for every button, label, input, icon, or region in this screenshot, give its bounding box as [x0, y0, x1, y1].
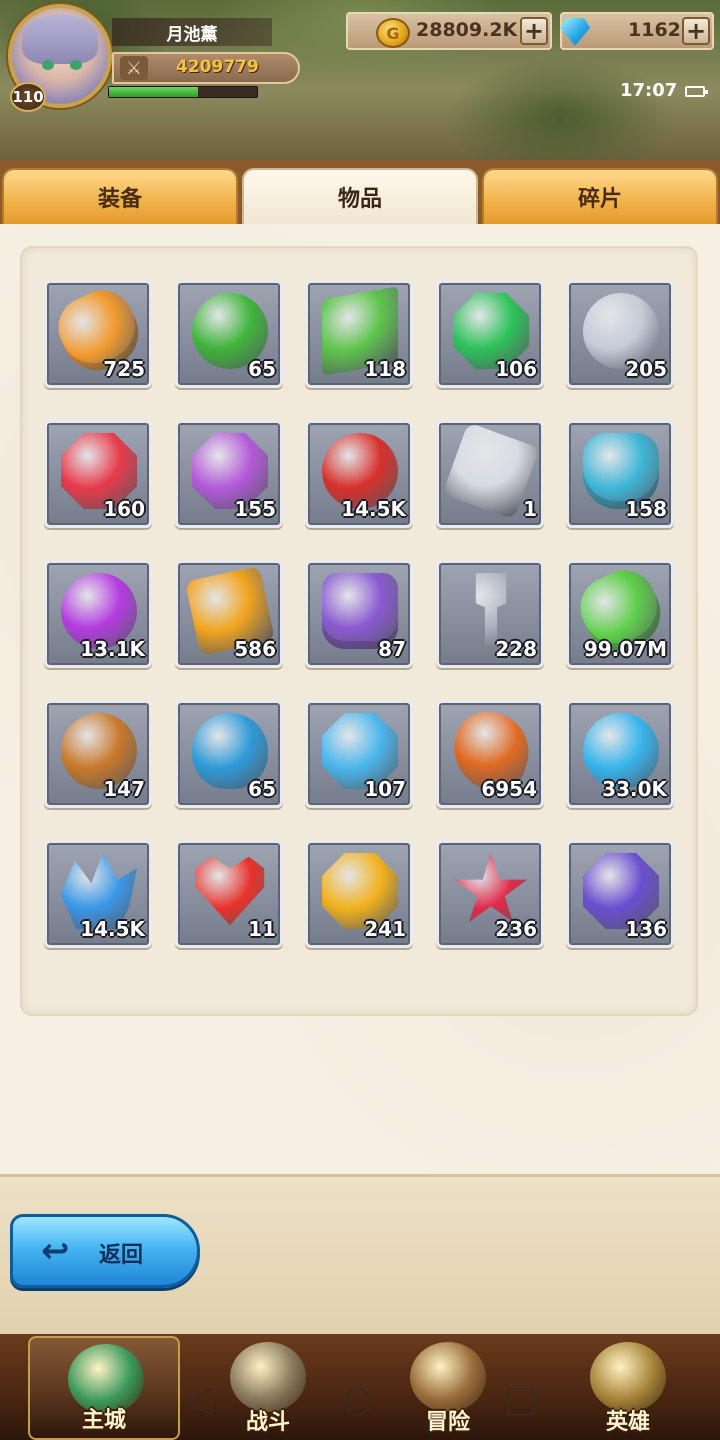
item-count: 136	[625, 917, 667, 941]
item-count: 155	[234, 497, 276, 521]
back-button-label: 返回	[99, 1243, 144, 1268]
avatar-hair	[22, 14, 98, 64]
inventory-slot[interactable]: 136	[566, 840, 674, 948]
add-gold-button[interactable]: +	[520, 17, 548, 45]
gold-value: 28809.2K	[416, 19, 518, 41]
inventory-slot[interactable]: 155	[175, 420, 283, 528]
nav-label: 英雄	[605, 1410, 650, 1435]
inventory-slot[interactable]: 99.07M	[566, 560, 674, 668]
inventory-slot[interactable]: 725	[44, 280, 152, 388]
nav-label: 战斗	[245, 1410, 290, 1435]
inventory-slot[interactable]: 586	[175, 560, 283, 668]
tab-items[interactable]: 物品	[242, 168, 478, 224]
item-count: 65	[248, 777, 276, 801]
item-count: 11	[248, 917, 276, 941]
gold-coin-icon: G	[376, 18, 410, 48]
nav-label: 冒险	[425, 1410, 470, 1435]
inventory-slot[interactable]: 118	[305, 280, 413, 388]
item-count: 725	[103, 357, 145, 381]
diamond-icon	[560, 18, 590, 46]
inventory-slot[interactable]: 11	[175, 840, 283, 948]
hero-crest-icon	[590, 1342, 666, 1412]
avatar-eye	[42, 60, 54, 70]
adventure-map-icon	[410, 1342, 486, 1412]
nav-label: 主城	[81, 1408, 126, 1433]
inventory-slot[interactable]: 65	[175, 700, 283, 808]
back-button[interactable]: ↩ 返回	[10, 1214, 200, 1288]
item-count: 118	[364, 357, 406, 381]
player-level-badge: 110	[10, 82, 46, 112]
crossed-swords-icon	[230, 1342, 306, 1412]
inventory-slot[interactable]: 160	[44, 420, 152, 528]
inventory-slot[interactable]: 13.1K	[44, 560, 152, 668]
inventory-slot[interactable]: 33.0K	[566, 700, 674, 808]
item-count: 99.07M	[583, 637, 667, 661]
nav-battle[interactable]: 战斗	[192, 1336, 344, 1440]
crossed-swords-icon: ⚔	[120, 56, 148, 80]
combat-power-value: 4209779	[176, 57, 259, 77]
system-back-icon[interactable]: ◁	[184, 1380, 212, 1420]
inventory-slot[interactable]: 87	[305, 560, 413, 668]
system-recents-icon[interactable]: □	[504, 1380, 538, 1420]
item-count: 228	[495, 637, 537, 661]
item-count: 586	[234, 637, 276, 661]
tab-fragments[interactable]: 碎片	[482, 168, 718, 224]
tab-equipment[interactable]: 装备	[2, 168, 238, 224]
inventory-slot[interactable]: 147	[44, 700, 152, 808]
item-count: 158	[625, 497, 667, 521]
item-count: 241	[364, 917, 406, 941]
gem-value: 1162	[628, 19, 681, 41]
inventory-slot[interactable]: 6954	[436, 700, 544, 808]
item-grid: 725 65 118 106 205 160 155 14.5K 1 158 13.1K 586 87 2…	[44, 280, 676, 950]
exp-bar	[108, 86, 258, 98]
inventory-slot[interactable]: 1	[436, 420, 544, 528]
item-count: 107	[364, 777, 406, 801]
combat-power-plate: ⚔ 4209779	[112, 52, 300, 84]
inventory-slot[interactable]: 205	[566, 280, 674, 388]
inventory-slot[interactable]: 158	[566, 420, 674, 528]
item-count: 236	[495, 917, 537, 941]
status-clock: 17:07	[620, 80, 678, 101]
inventory-slot[interactable]: 228	[436, 560, 544, 668]
item-count: 13.1K	[80, 637, 145, 661]
inventory-slot[interactable]: 65	[175, 280, 283, 388]
inventory-slot[interactable]: 236	[436, 840, 544, 948]
inventory-slot[interactable]: 14.5K	[44, 840, 152, 948]
item-count: 14.5K	[341, 497, 406, 521]
gem-counter: 1162 +	[560, 12, 714, 50]
inventory-slot[interactable]: 107	[305, 700, 413, 808]
item-count: 160	[103, 497, 145, 521]
item-count: 1	[523, 497, 537, 521]
nav-main-city[interactable]: 主城	[28, 1336, 180, 1440]
battery-icon	[685, 86, 708, 97]
exp-bar-fill	[109, 87, 198, 97]
item-count: 106	[495, 357, 537, 381]
inventory-slot[interactable]: 106	[436, 280, 544, 388]
add-gems-button[interactable]: +	[682, 17, 710, 45]
item-count: 205	[625, 357, 667, 381]
item-count: 14.5K	[80, 917, 145, 941]
item-count: 147	[103, 777, 145, 801]
nav-heroes[interactable]: 英雄	[552, 1336, 704, 1440]
item-count: 6954	[481, 777, 537, 801]
avatar-eye	[70, 60, 82, 70]
gold-counter: G 28809.2K +	[346, 12, 552, 50]
item-count: 33.0K	[602, 777, 667, 801]
inventory-slot[interactable]: 241	[305, 840, 413, 948]
nav-adventure[interactable]: 冒险	[372, 1336, 524, 1440]
player-name: 月池薰	[112, 18, 272, 46]
item-count: 87	[378, 637, 406, 661]
inventory-slot[interactable]: 14.5K	[305, 420, 413, 528]
back-arrow-icon: ↩	[41, 1231, 70, 1271]
item-count: 65	[248, 357, 276, 381]
system-home-icon[interactable]: ○	[342, 1380, 373, 1420]
